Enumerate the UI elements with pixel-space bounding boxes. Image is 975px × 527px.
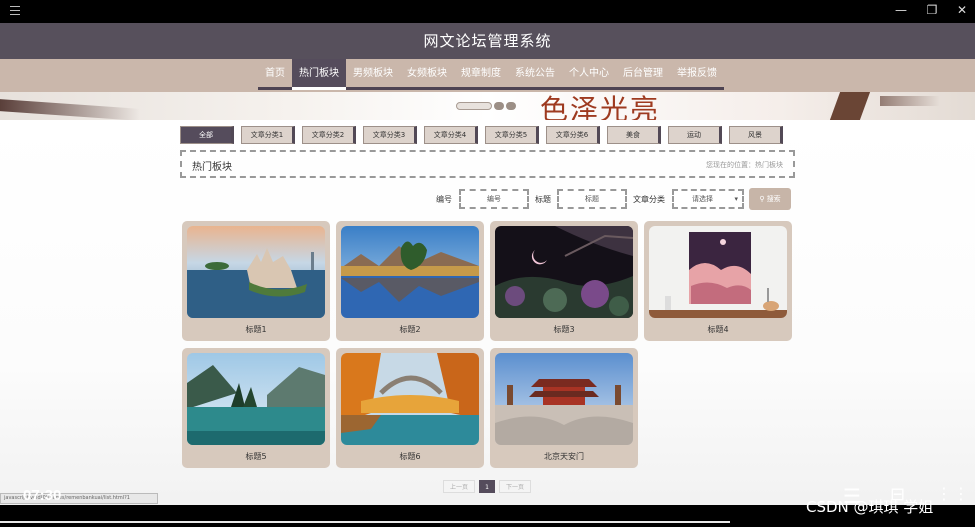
hamburger-icon[interactable] xyxy=(10,6,20,16)
post-card[interactable]: 标题1 xyxy=(182,221,330,341)
post-image-tiananmen[interactable] xyxy=(495,353,633,445)
category-tab-sports[interactable]: 运动 xyxy=(668,126,722,144)
current-location: 您现在的位置：热门板块 xyxy=(706,161,783,169)
post-card[interactable]: 标题5 xyxy=(182,348,330,468)
category-select[interactable]: 请选择 ▾ xyxy=(672,189,744,209)
category-tab-4[interactable]: 文章分类4 xyxy=(424,126,478,144)
carousel-indicators[interactable] xyxy=(456,102,518,110)
post-image-autumn-bridge[interactable] xyxy=(341,353,479,445)
nav-item-home[interactable]: 首页 xyxy=(258,59,292,90)
nav-item-hot[interactable]: 热门板块 xyxy=(292,59,346,90)
post-image-night-pavilion[interactable] xyxy=(495,226,633,318)
section-title: 热门板块 xyxy=(192,162,232,173)
prev-page-button[interactable]: 上一页 xyxy=(443,480,475,493)
progress-bar[interactable] xyxy=(0,521,730,523)
post-title[interactable]: 标题2 xyxy=(336,324,484,335)
nav-item-report[interactable]: 举报反馈 xyxy=(670,59,724,90)
breadcrumb: 热门板块 您现在的位置：热门板块 xyxy=(180,150,795,178)
number-label: 编号 xyxy=(436,195,452,204)
post-title[interactable]: 标题4 xyxy=(644,324,792,335)
category-label: 文章分类 xyxy=(633,195,665,204)
screen: — ❐ ✕ 网文论坛管理系统 首页 热门板块 男频板块 女频板块 规章制度 系统… xyxy=(0,0,975,527)
category-tab-all[interactable]: 全部 xyxy=(180,126,234,144)
category-tab-scenery[interactable]: 风景 xyxy=(729,126,783,144)
title-input[interactable]: 标题 xyxy=(557,189,627,209)
search-bar: 编号 编号 标题 标题 文章分类 请选择 ▾ ⚲ 搜索 xyxy=(436,188,791,210)
banner: 色泽光亮 xyxy=(0,92,975,120)
nav-item-female[interactable]: 女频板块 xyxy=(400,59,454,90)
minimize-button[interactable]: — xyxy=(891,3,911,17)
next-page-button[interactable]: 下一页 xyxy=(499,480,531,493)
window-chrome: — ❐ ✕ xyxy=(0,0,975,23)
post-title[interactable]: 北京天安门 xyxy=(490,451,638,462)
playback-time: 07:30 xyxy=(23,487,62,504)
category-tab-5[interactable]: 文章分类5 xyxy=(485,126,539,144)
nav-item-male[interactable]: 男频板块 xyxy=(346,59,400,90)
post-card[interactable]: 标题2 xyxy=(336,221,484,341)
nav-item-rules[interactable]: 规章制度 xyxy=(454,59,508,90)
post-image-castle-lake[interactable] xyxy=(187,226,325,318)
title-bar: 网文论坛管理系统 xyxy=(0,23,975,59)
post-image-mountain-lake[interactable] xyxy=(341,226,479,318)
category-tabs: 全部 文章分类1 文章分类2 文章分类3 文章分类4 文章分类5 文章分类6 美… xyxy=(180,126,790,144)
category-tab-food[interactable]: 美食 xyxy=(607,126,661,144)
pagination: 上一页 1 下一页 xyxy=(443,480,531,493)
post-image-lake-island[interactable] xyxy=(187,353,325,445)
nav-item-admin[interactable]: 后台管理 xyxy=(616,59,670,90)
post-title[interactable]: 标题3 xyxy=(490,324,638,335)
banner-deco-text: 色泽光亮 xyxy=(540,93,661,120)
app-title: 网文论坛管理系统 xyxy=(423,32,552,50)
title-label: 标题 xyxy=(535,195,551,204)
post-title[interactable]: 标题5 xyxy=(182,451,330,462)
number-input[interactable]: 编号 xyxy=(459,189,529,209)
restore-button[interactable]: ❐ xyxy=(922,3,942,17)
post-card[interactable]: 标题3 xyxy=(490,221,638,341)
category-tab-1[interactable]: 文章分类1 xyxy=(241,126,295,144)
post-title[interactable]: 标题1 xyxy=(182,324,330,335)
close-button[interactable]: ✕ xyxy=(952,3,972,17)
search-button-label: 搜索 xyxy=(766,195,781,203)
search-icon: ⚲ xyxy=(759,195,765,203)
banner-brush-stroke xyxy=(0,99,140,120)
category-tab-3[interactable]: 文章分类3 xyxy=(363,126,417,144)
category-select-value: 请选择 xyxy=(692,195,713,203)
banner-brush-stroke xyxy=(880,96,940,106)
main-content: 全部 文章分类1 文章分类2 文章分类3 文章分类4 文章分类5 文章分类6 美… xyxy=(0,120,975,527)
search-button[interactable]: ⚲ 搜索 xyxy=(749,188,791,210)
post-image-wall-art[interactable] xyxy=(649,226,787,318)
post-card[interactable]: 标题6 xyxy=(336,348,484,468)
watermark: CSDN @琪琪 学姐 xyxy=(806,498,934,516)
post-title[interactable]: 标题6 xyxy=(336,451,484,462)
nav-item-notice[interactable]: 系统公告 xyxy=(508,59,562,90)
main-nav: 首页 热门板块 男频板块 女频板块 规章制度 系统公告 个人中心 后台管理 举报… xyxy=(0,59,975,92)
post-card[interactable]: 标题4 xyxy=(644,221,792,341)
banner-brush-stroke xyxy=(829,92,871,120)
page-1-button[interactable]: 1 xyxy=(479,480,495,493)
chevron-down-icon: ▾ xyxy=(734,195,738,203)
post-card[interactable]: 北京天安门 xyxy=(490,348,638,468)
category-tab-6[interactable]: 文章分类6 xyxy=(546,126,600,144)
category-tab-2[interactable]: 文章分类2 xyxy=(302,126,356,144)
grid-icon[interactable]: ⋮⋮⋮ xyxy=(936,484,975,503)
nav-item-profile[interactable]: 个人中心 xyxy=(562,59,616,90)
